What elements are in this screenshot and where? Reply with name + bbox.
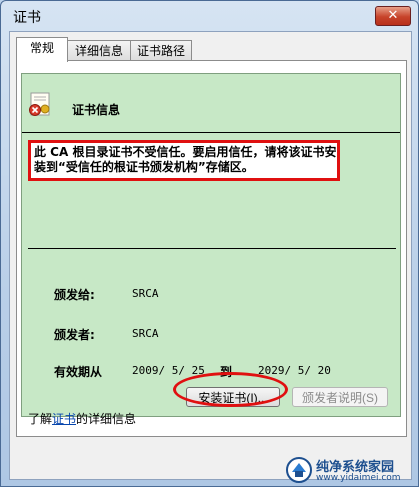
validity-label: 有效期从 [54,365,103,379]
watermark-url: www.yidaimei.com [316,473,401,483]
tab-certification-path[interactable]: 证书路径 [130,40,192,61]
certificate-error-icon [29,92,50,116]
issued-to-label: 颁发给: [54,288,95,302]
title-bar[interactable]: 证书 ✕ [1,1,418,31]
issuer-statement-button[interactable]: 颁发者说明(S) [292,387,388,407]
learn-prefix: 了解 [28,412,53,426]
trust-warning-highlight: 此 CA 根目录证书不受信任。要启用信任，请将该证书安装到“受信任的根证书颁发机… [28,140,340,181]
learn-suffix: 的详细信息 [76,412,137,426]
divider [22,132,400,133]
dialog-client: 常规 详细信息 证书路径 证书信息 此 CA 根目录证书不受信任。要启用信任，请… [9,31,412,480]
validity-to-label: 到 [220,365,233,379]
site-watermark: 纯净系统家园 www.yidaimei.com [284,456,416,486]
install-certificate-button[interactable]: 安装证书(I)... [186,387,280,407]
certificate-info-box: 证书信息 此 CA 根目录证书不受信任。要启用信任，请将该证书安装到“受信任的根… [21,73,401,417]
divider [28,248,396,249]
window-title: 证书 [13,10,41,26]
certificate-window: 证书 ✕ 常规 详细信息 证书路径 证书信息 此 CA 根目录证书不受信任。要启… [0,0,419,487]
trust-warning-text: 此 CA 根目录证书不受信任。要启用信任，请将该证书安装到“受信任的根证书颁发机… [34,145,337,174]
issued-by-label: 颁发者: [54,328,95,342]
tab-details[interactable]: 详细信息 [67,40,131,61]
close-button[interactable]: ✕ [375,6,411,26]
general-panel: 证书信息 此 CA 根目录证书不受信任。要启用信任，请将该证书安装到“受信任的根… [16,60,407,437]
watermark-logo-icon [286,457,312,483]
certificate-link[interactable]: 证书 [52,412,76,426]
validity-to-value: 2029/ 5/ 20 [258,364,331,377]
learn-more-text: 了解证书的详细信息 [28,410,136,427]
validity-from-value: 2009/ 5/ 25 [132,364,205,377]
certificate-info-title: 证书信息 [72,103,121,117]
issued-to-value: SRCA [132,287,159,300]
issued-by-value: SRCA [132,327,159,340]
tab-general[interactable]: 常规 [16,37,68,62]
